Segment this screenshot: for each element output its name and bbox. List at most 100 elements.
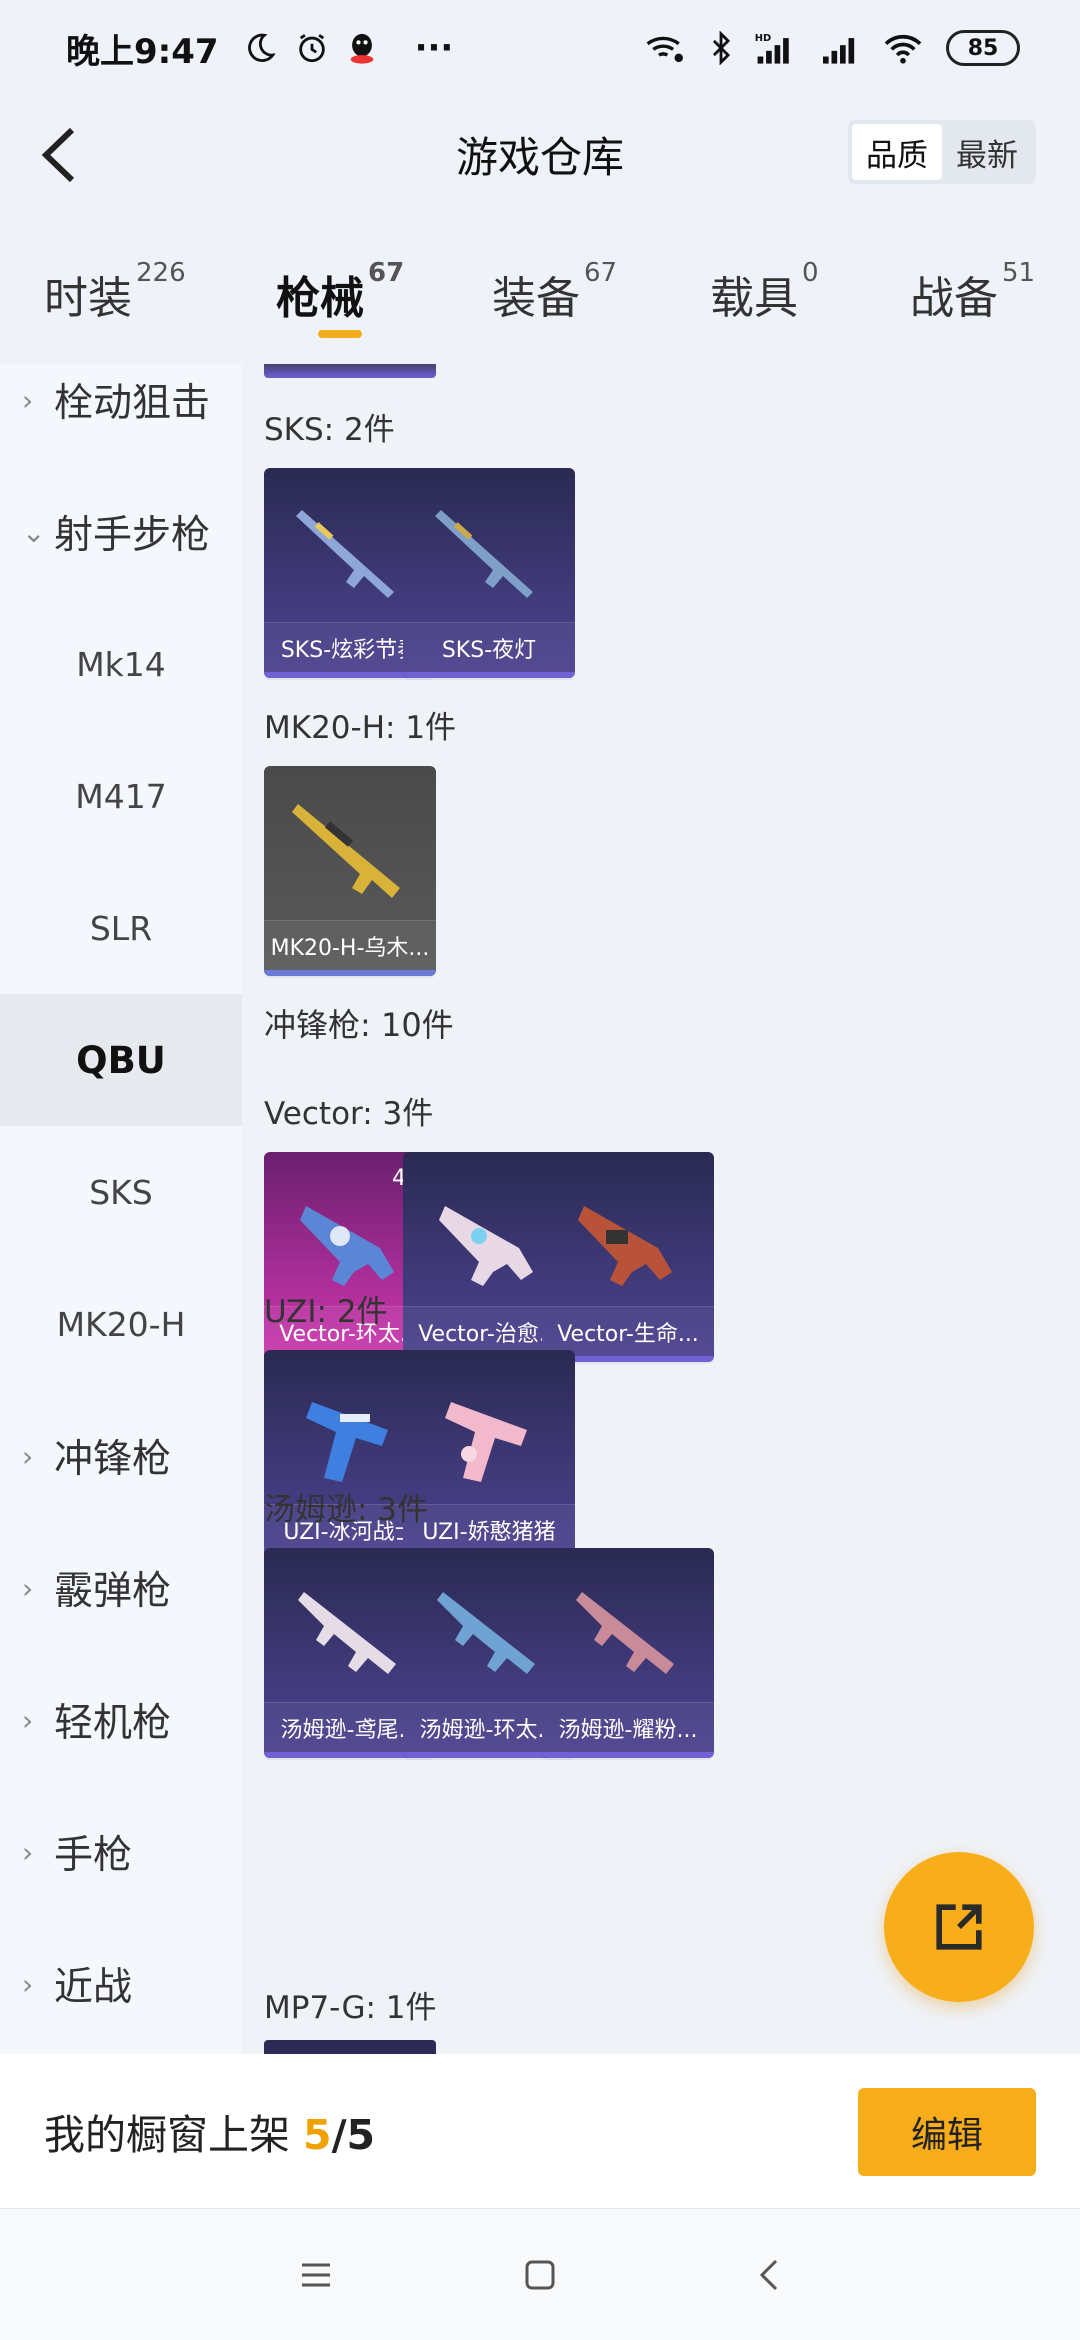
group-label-sks: SKS: 2件 — [264, 412, 395, 448]
system-nav-bar — [0, 2208, 1080, 2340]
sidebar-item-label: 手枪 — [54, 1833, 133, 1878]
chevron-right-icon: › — [22, 1967, 34, 2001]
moon-icon — [247, 33, 276, 62]
weapon-card-mk20h-1[interactable]: MK20-H-乌木... — [264, 766, 436, 976]
chevron-right-icon: › — [22, 1835, 34, 1869]
sidebar-item-label: 栓动狙击 — [54, 381, 211, 426]
showcase-total: /5 — [331, 2111, 376, 2159]
signal-hd-icon: HD — [755, 33, 789, 64]
showcase-count: 5 — [303, 2111, 332, 2159]
sidebar-item-m417[interactable]: M417 — [0, 730, 242, 862]
sidebar-item-mk20h[interactable]: MK20-H — [0, 1258, 242, 1390]
sidebar-item-melee[interactable]: › 近战 — [0, 1918, 242, 2050]
weapon-card-thompson-3[interactable]: 汤姆逊-耀粉... — [542, 1548, 714, 1758]
showcase-bar: 我的橱窗上架 5/5 编辑 — [0, 2054, 1080, 2208]
tab-equipment[interactable]: 装备 67 — [492, 258, 617, 326]
group-label-mk20h: MK20-H: 1件 — [264, 710, 457, 746]
weapon-list: SKS: 2件 SKS-炫彩节奏 SKS-夜灯 MK20-H: 1件 MK20-… — [242, 364, 1080, 2054]
pistol-smg-icon — [445, 1402, 527, 1482]
status-time: 晚上9:47 — [66, 31, 219, 72]
chevron-right-icon: › — [22, 1703, 34, 1737]
chevron-right-icon: › — [22, 1571, 34, 1605]
group-label-mp7g: MP7-G: 1件 — [264, 1990, 437, 2026]
tab-vehicles[interactable]: 载具 0 — [710, 258, 819, 326]
bluetooth-icon — [712, 31, 731, 65]
sidebar-item-label: 射手步枪 — [54, 513, 211, 558]
tab-count: 0 — [802, 258, 819, 288]
wifi-calling-icon — [646, 36, 683, 63]
status-right-icons: HD 85 — [644, 30, 1020, 66]
weapon-card-vector-3[interactable]: Vector-生命... — [542, 1152, 714, 1362]
previous-card-edge — [264, 364, 436, 378]
weapon-card-name: SKS-夜灯 — [403, 622, 575, 672]
chevron-right-icon: › — [22, 383, 34, 417]
sidebar-item-smg[interactable]: › 冲锋枪 — [0, 1390, 242, 1522]
home-icon[interactable] — [518, 2253, 562, 2297]
svg-text:HD: HD — [755, 33, 772, 44]
weapon-card-uzi-2[interactable]: UZI-娇憨猪猪 — [403, 1350, 575, 1560]
chevron-right-icon: › — [22, 1439, 34, 1473]
sidebar-item-marksman-rifle[interactable]: ⌄ 射手步枪 — [0, 466, 242, 598]
sidebar-item-mk14[interactable]: Mk14 — [0, 598, 242, 730]
smg-icon — [578, 1206, 672, 1286]
sidebar-item-sks[interactable]: SKS — [0, 1126, 242, 1258]
tab-label: 载具 — [710, 273, 798, 324]
group-label-vector: Vector: 3件 — [264, 1096, 434, 1132]
sidebar-item-pistol[interactable]: › 手枪 — [0, 1786, 242, 1918]
sidebar-item-label: 冲锋枪 — [54, 1437, 172, 1482]
weapon-card-mp7g-edge[interactable] — [264, 2040, 436, 2054]
tab-fashion[interactable]: 时装 226 — [44, 258, 186, 326]
sidebar-item-lmg[interactable]: › 轻机枪 — [0, 1654, 242, 1786]
rifle-icon — [292, 804, 400, 898]
tab-label: 时装 — [44, 273, 132, 324]
status-more: ··· — [414, 28, 454, 68]
pistol-smg-icon — [306, 1402, 388, 1482]
back-arrow-icon[interactable] — [28, 120, 92, 190]
weapon-category-sidebar: › 栓动狙击 ⌄ 射手步枪 Mk14 M417 SLR QBU SKS MK20-H… — [0, 364, 242, 2054]
tab-label: 战备 — [910, 273, 998, 324]
sidebar-item-qbu[interactable]: QBU — [0, 994, 242, 1126]
tab-label: 装备 — [492, 273, 580, 324]
tab-count: 226 — [136, 258, 186, 288]
page-title: 游戏仓库 — [455, 132, 624, 182]
active-tab-indicator — [318, 330, 362, 338]
tab-supplies[interactable]: 战备 51 — [910, 258, 1035, 326]
share-button[interactable] — [884, 1852, 1034, 2002]
smg-icon — [439, 1206, 533, 1286]
sidebar-item-label: 轻机枪 — [54, 1701, 172, 1746]
sidebar-item-bolt-action[interactable]: › 栓动狙击 — [0, 334, 242, 466]
signal-icon — [823, 38, 855, 64]
share-external-icon — [936, 1904, 982, 1950]
sort-quality-option[interactable]: 品质 — [852, 124, 942, 180]
qq-icon — [350, 33, 373, 64]
sidebar-item-label: 霰弹枪 — [54, 1569, 172, 1614]
sidebar-item-label: 近战 — [54, 1965, 133, 2010]
group-label-uzi: UZI: 2件 — [264, 1294, 388, 1330]
rifle-icon — [437, 1592, 535, 1674]
sort-newest-option[interactable]: 最新 — [942, 124, 1032, 180]
edit-button[interactable]: 编辑 — [858, 2088, 1036, 2176]
status-bar: 晚上9:47 ··· HD 85 — [0, 0, 1080, 96]
sidebar-item-slr[interactable]: SLR — [0, 862, 242, 994]
wifi-icon — [884, 34, 922, 64]
status-left-icons: ··· — [243, 28, 454, 68]
rifle-icon — [435, 510, 533, 598]
battery-indicator: 85 — [946, 30, 1020, 66]
weapon-card-name: Vector-生命... — [542, 1306, 714, 1356]
tab-count: 67 — [584, 258, 618, 288]
back-icon[interactable] — [748, 2253, 792, 2297]
showcase-label: 我的橱窗上架 — [44, 2111, 290, 2159]
group-header-smg: 冲锋枪: 10件 — [264, 1006, 454, 1044]
rifle-icon — [298, 1592, 396, 1674]
rifle-icon — [576, 1592, 674, 1674]
tab-firearms[interactable]: 枪械 67 — [276, 258, 404, 326]
page-header: 游戏仓库 品质 最新 — [0, 96, 1080, 212]
tab-count: 51 — [1002, 258, 1036, 288]
weapon-card-sks-2[interactable]: SKS-夜灯 — [403, 468, 575, 678]
menu-icon[interactable] — [294, 2253, 338, 2297]
group-label-thompson: 汤姆逊: 3件 — [264, 1492, 429, 1528]
sidebar-item-shotgun[interactable]: › 霰弹枪 — [0, 1522, 242, 1654]
alarm-icon — [298, 34, 325, 63]
sort-toggle: 品质 最新 — [848, 120, 1036, 184]
rifle-icon — [296, 510, 394, 598]
